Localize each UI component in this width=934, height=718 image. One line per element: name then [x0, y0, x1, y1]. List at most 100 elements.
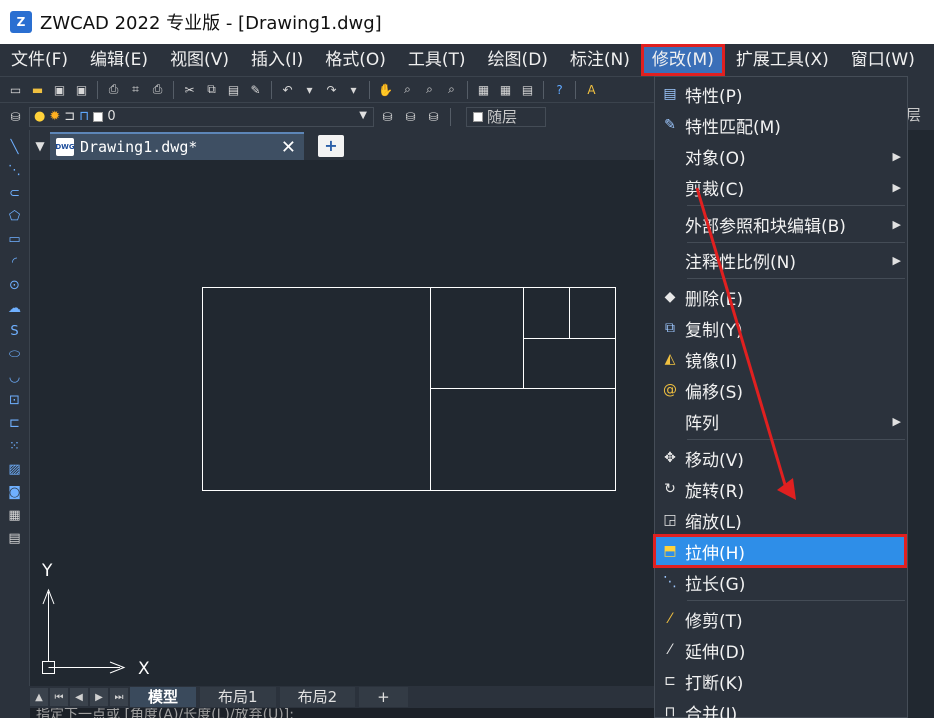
color-control-dropdown[interactable]: 随层: [466, 106, 546, 127]
line-tool-icon[interactable]: ╲: [5, 138, 25, 157]
menu-item-scale[interactable]: ◲ 缩放(L): [655, 505, 907, 535]
menu-item-annotative-scale[interactable]: 注释性比例(N) ▶: [655, 245, 907, 275]
table-tool-icon[interactable]: ▦: [5, 506, 25, 525]
open-folder-icon[interactable]: ▬: [28, 80, 47, 99]
hatch-tool-icon[interactable]: ▨: [5, 460, 25, 479]
previous-layout-icon[interactable]: ◀: [70, 688, 88, 706]
layer-manager-icon[interactable]: ⛁: [6, 107, 25, 126]
menu-format[interactable]: 格式(O): [314, 44, 397, 76]
triangle-up-icon[interactable]: ▲: [30, 688, 48, 706]
menu-window[interactable]: 窗口(W): [840, 44, 926, 76]
ellipse-tool-icon[interactable]: ⬭: [5, 345, 25, 364]
tab-model[interactable]: 模型: [130, 687, 197, 707]
print-preview-icon[interactable]: ⌗: [126, 80, 145, 99]
save-as-icon[interactable]: ▣: [72, 80, 91, 99]
revision-cloud-icon[interactable]: ☁: [5, 299, 25, 318]
menu-view[interactable]: 视图(V): [159, 44, 240, 76]
menu-item-join[interactable]: ⊓ 合并(J): [655, 697, 907, 718]
copy-clip-icon[interactable]: ⧉: [202, 80, 221, 99]
arc-tool-icon[interactable]: ◜: [5, 253, 25, 272]
zwcad-logo-icon: Z: [10, 11, 32, 33]
menu-dimension[interactable]: 标注(N): [559, 44, 641, 76]
point-tool-icon[interactable]: ⁙: [5, 437, 25, 456]
menu-item-extend[interactable]: ⁄ 延伸(D): [655, 635, 907, 665]
match-brush-icon[interactable]: ✎: [246, 80, 265, 99]
menu-item-lengthen[interactable]: ⋱ 拉长(G): [655, 567, 907, 597]
insert-block-icon[interactable]: ⊡: [5, 391, 25, 410]
zoom-realtime-icon[interactable]: ⌕: [398, 80, 417, 99]
first-layout-icon[interactable]: ⏮: [50, 688, 68, 706]
menu-item-clip[interactable]: 剪裁(C) ▶: [655, 172, 907, 202]
cut-icon[interactable]: ✂: [180, 80, 199, 99]
region-tool-icon[interactable]: ◙: [5, 483, 25, 502]
paste-icon[interactable]: ▤: [224, 80, 243, 99]
drawing-canvas[interactable]: Y X: [30, 160, 654, 686]
standard-toolbar: ▭ ▬ ▣ ▣ ⎙ ⌗ ⎙ ✂ ⧉ ▤ ✎ ↶ ▾ ↷ ▾ ✋ ⌕ ⌕ ⌕ ▦ …: [0, 76, 654, 102]
menu-edit[interactable]: 编辑(E): [79, 44, 159, 76]
menu-file[interactable]: 文件(F): [0, 44, 79, 76]
layer-previous-icon[interactable]: ⛁: [401, 107, 420, 126]
close-icon[interactable]: ✕: [281, 137, 296, 158]
menu-item-properties[interactable]: ▤ 特性(P): [655, 79, 907, 109]
tab-layout1[interactable]: 布局1: [200, 687, 276, 707]
tab-drawing1[interactable]: DWG Drawing1.dwg* ✕: [50, 132, 304, 160]
properties-toolbar-icon[interactable]: ▤: [518, 80, 537, 99]
menu-modify[interactable]: 修改(M): [640, 44, 725, 76]
layer-state-icon[interactable]: ⛁: [424, 107, 443, 126]
construction-line-icon[interactable]: ⋱: [5, 161, 25, 180]
new-file-icon[interactable]: ▭: [6, 80, 25, 99]
new-drawing-tab-button[interactable]: +: [318, 135, 344, 157]
zoom-previous-icon[interactable]: ⌕: [442, 80, 461, 99]
menu-item-erase[interactable]: ◆ 删除(E): [655, 282, 907, 312]
menu-draw[interactable]: 绘图(D): [477, 44, 559, 76]
menu-item-rotate[interactable]: ↻ 旋转(R): [655, 474, 907, 504]
pan-hand-icon[interactable]: ✋: [376, 80, 395, 99]
undo-dropdown-icon[interactable]: ▾: [300, 80, 319, 99]
add-layout-button[interactable]: +: [359, 687, 408, 707]
mtext-tool-icon[interactable]: ▤: [5, 529, 25, 548]
menu-item-match-properties[interactable]: ✎ 特性匹配(M): [655, 110, 907, 140]
last-layout-icon[interactable]: ⏭: [110, 688, 128, 706]
help-icon[interactable]: ?: [550, 80, 569, 99]
rectangle-tool-icon[interactable]: ▭: [5, 230, 25, 249]
lengthen-icon: ⋱: [663, 574, 677, 590]
redo-icon[interactable]: ↷: [322, 80, 341, 99]
menu-item-xref-block-edit[interactable]: 外部参照和块编辑(B) ▶: [655, 209, 907, 239]
menu-item-object[interactable]: 对象(O) ▶: [655, 141, 907, 171]
menu-item-trim[interactable]: ⁄ 修剪(T): [655, 604, 907, 634]
design-center-icon[interactable]: ▦: [474, 80, 493, 99]
menu-tools[interactable]: 工具(T): [397, 44, 477, 76]
print-icon[interactable]: ⎙: [104, 80, 123, 99]
redo-dropdown-icon[interactable]: ▾: [344, 80, 363, 99]
toolbar-divider: [575, 80, 576, 99]
next-layout-icon[interactable]: ▶: [90, 688, 108, 706]
menu-insert[interactable]: 插入(I): [240, 44, 314, 76]
save-icon[interactable]: ▣: [50, 80, 69, 99]
polyline-tool-icon[interactable]: ⊂: [5, 184, 25, 203]
make-current-layer-icon[interactable]: ⛁: [378, 107, 397, 126]
menu-item-copy[interactable]: ⧉ 复制(Y): [655, 313, 907, 343]
spline-tool-icon[interactable]: S: [5, 322, 25, 341]
zoom-window-icon[interactable]: ⌕: [420, 80, 439, 99]
menu-item-move[interactable]: ✥ 移动(V): [655, 443, 907, 473]
ellipse-arc-icon[interactable]: ◡: [5, 368, 25, 387]
menu-item-array[interactable]: 阵列 ▶: [655, 406, 907, 436]
tool-palette-icon[interactable]: ▦: [496, 80, 515, 99]
plot-icon[interactable]: ⎙: [148, 80, 167, 99]
menu-item-stretch[interactable]: ⬒ 拉伸(H): [653, 534, 907, 568]
undo-icon[interactable]: ↶: [278, 80, 297, 99]
layer-dropdown[interactable]: ● ✹ ⊐ ⊓ 0 ▼: [29, 106, 374, 127]
menu-item-mirror[interactable]: ◭ 镜像(I): [655, 344, 907, 374]
command-line[interactable]: 指定下一点或 [角度(A)/长度(L)/放弃(U)]:: [30, 708, 654, 718]
polygon-tool-icon[interactable]: ⬠: [5, 207, 25, 226]
menu-extension-tools[interactable]: 扩展工具(X): [725, 44, 840, 76]
tab-list-chevron-icon[interactable]: ▼: [30, 132, 50, 160]
circle-tool-icon[interactable]: ⊙: [5, 276, 25, 295]
menu-item-offset[interactable]: @ 偏移(S): [655, 375, 907, 405]
tab-layout2[interactable]: 布局2: [279, 687, 356, 707]
menu-item-break[interactable]: ⊏ 打断(K): [655, 666, 907, 696]
window-title: ZWCAD 2022 专业版 - [Drawing1.dwg]: [40, 13, 382, 34]
text-style-icon[interactable]: A: [582, 80, 601, 99]
make-block-icon[interactable]: ⊏: [5, 414, 25, 433]
submenu-arrow-icon: ▶: [892, 414, 901, 428]
